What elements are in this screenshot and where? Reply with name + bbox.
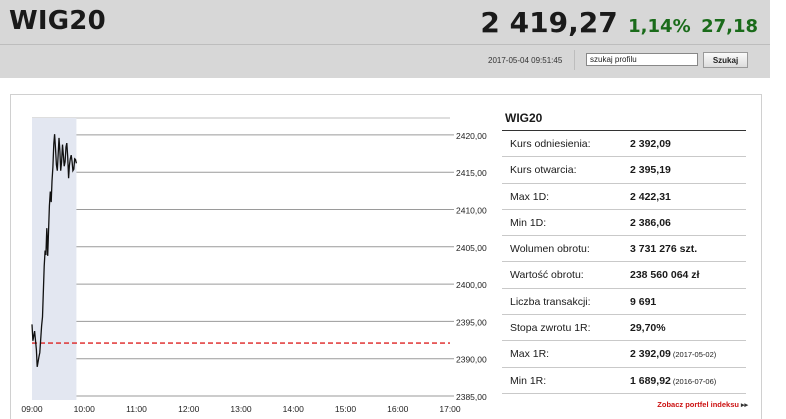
x-tick-label: 12:00 <box>178 404 200 414</box>
info-row-value-text: 29,70% <box>630 322 666 335</box>
info-row: Min 1R: 1 689,92 (2016-07-06) <box>502 368 746 394</box>
x-tick-label: 17:00 <box>439 404 461 414</box>
index-title: WIG20 <box>9 6 106 36</box>
y-tick-label: 2385,00 <box>456 392 487 402</box>
info-row-value-text: 238 560 064 zł <box>630 269 700 282</box>
info-row-date: (2016-07-06) <box>672 376 717 386</box>
x-tick-label: 16:00 <box>387 404 409 414</box>
info-row-value-text: 2 392,09 <box>630 138 671 150</box>
price-summary: 2 419,27 1,14% 27,18 <box>480 6 758 39</box>
info-row-value: 238 560 064 zł <box>630 269 699 281</box>
info-row-label: Min 1D: <box>510 216 547 229</box>
info-row: Min 1D: 2 386,06 <box>502 210 746 237</box>
info-row-value: 9 691 <box>630 296 656 308</box>
index-price: 2 419,27 <box>480 6 618 39</box>
info-row-value: 1 689,92 (2016-07-06) <box>630 375 716 387</box>
double-arrow-icon: ▸▸ <box>740 402 748 409</box>
info-row: Kurs odniesienia: 2 392,09 <box>502 131 746 158</box>
header-bar: WIG20 2 419,27 1,14% 27,18 2017-05-04 09… <box>0 0 770 78</box>
x-tick-label: 10:00 <box>74 404 96 414</box>
info-title: WIG20 <box>502 110 746 131</box>
info-row: Kurs otwarcia: 2 395,19 <box>502 157 746 184</box>
info-row-label: Kurs odniesienia: <box>510 138 591 150</box>
y-tick-label: 2410,00 <box>456 206 487 216</box>
info-row: Wolumen obrotu: 3 731 276 szt. <box>502 236 746 263</box>
info-row-value: 2 392,09 <box>630 138 671 150</box>
info-row-value-text: 2 386,06 <box>630 216 671 229</box>
info-row-label: Stopa zwrotu 1R: <box>510 322 591 335</box>
info-row-label: Wolumen obrotu: <box>510 243 590 256</box>
info-row-value-text: 9 691 <box>630 295 657 308</box>
info-row-label: Min 1R: <box>510 374 547 387</box>
info-row-value-text: 1 689,92 <box>630 374 671 387</box>
intraday-chart: 2420,00 2415,00 2410,00 2405,00 2400,00 2395,… <box>21 117 487 414</box>
y-tick-label: 2415,00 <box>456 168 487 178</box>
header-divider <box>0 44 770 45</box>
search-input[interactable] <box>586 53 698 66</box>
search-button[interactable]: Szukaj <box>703 52 748 68</box>
info-row-value: 3 731 276 szt. <box>630 243 697 255</box>
info-row-value-text: 3 731 276 szt. <box>630 243 698 256</box>
info-row-value-text: 2 392,09 <box>630 348 671 361</box>
info-table: WIG20 Kurs odniesienia: 2 392,09 Kurs otwa… <box>502 110 746 394</box>
info-row-value-text: 2 395,19 <box>630 164 671 177</box>
x-tick-label: 13:00 <box>230 404 252 414</box>
change-absolute: 27,18 <box>701 16 758 37</box>
info-row-label: Wartość obrotu: <box>510 269 584 282</box>
x-tick-label: 09:00 <box>21 404 43 414</box>
info-row-value: 2 386,06 <box>630 217 671 229</box>
change-percent: 1,14% <box>628 16 691 37</box>
info-row-value: 2 392,09 (2017-05-02) <box>630 348 716 360</box>
update-timestamp: 2017-05-04 09:51:45 <box>488 56 563 65</box>
x-tick-label: 14:00 <box>283 404 305 414</box>
info-row-value: 2 422,31 <box>630 191 671 203</box>
info-row: Max 1D: 2 422,31 <box>502 184 746 210</box>
y-tick-label: 2405,00 <box>456 243 487 253</box>
y-tick-label: 2390,00 <box>456 355 487 365</box>
info-row-value: 29,70% <box>630 322 666 334</box>
info-row: Wartość obrotu: 238 560 064 zł <box>502 262 746 289</box>
info-row-value-text: 2 422,31 <box>630 190 671 203</box>
info-row-label: Max 1R: <box>510 348 550 361</box>
y-tick-label: 2395,00 <box>456 317 487 327</box>
info-row: Max 1R: 2 392,09 (2017-05-02) <box>502 341 746 368</box>
info-row-label: Liczba transakcji: <box>510 295 591 308</box>
toolbar-separator <box>574 50 575 70</box>
x-tick-label: 11:00 <box>126 404 147 414</box>
y-tick-label: 2400,00 <box>456 280 487 290</box>
info-row-label: Kurs otwarcia: <box>510 164 577 177</box>
x-tick-label: 15:00 <box>335 404 357 414</box>
info-row-date: (2017-05-02) <box>672 350 717 360</box>
info-row-label: Max 1D: <box>510 190 550 203</box>
portfolio-link-label: Zobacz portfel indeksu <box>657 400 739 409</box>
portfolio-link[interactable]: Zobacz portfel indeksu ▸▸ <box>657 400 748 409</box>
info-row: Stopa zwrotu 1R: 29,70% <box>502 315 746 342</box>
info-row: Liczba transakcji: 9 691 <box>502 289 746 316</box>
y-tick-label: 2420,00 <box>456 131 487 141</box>
info-row-value: 2 395,19 <box>630 164 671 176</box>
